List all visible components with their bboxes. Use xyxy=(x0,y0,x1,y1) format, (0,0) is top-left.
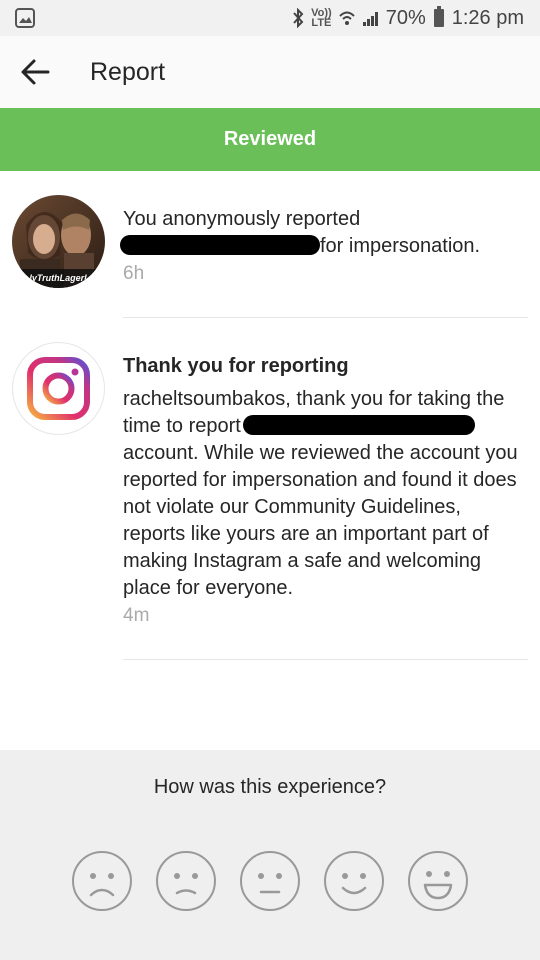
neutral-face-icon[interactable] xyxy=(239,850,301,912)
divider xyxy=(123,659,528,660)
thanks-time: 4m xyxy=(123,605,150,626)
report-reason: for impersonation. xyxy=(320,235,481,257)
user-avatar[interactable]: lyTruthLagerl xyxy=(12,195,105,288)
signal-icon xyxy=(362,12,378,26)
avatar-caption: lyTruthLagerl xyxy=(29,273,87,283)
back-arrow-icon[interactable] xyxy=(18,56,54,88)
clock: 1:26 pm xyxy=(451,6,524,29)
report-text: You anonymously reported for impersonati… xyxy=(120,206,528,287)
thanks-line-2-prefix: time to report xyxy=(123,415,241,437)
page-title: Report xyxy=(90,58,166,86)
report-line-1: You anonymously reported xyxy=(123,208,361,230)
thanks-text: Thank you for reporting racheltsoumbakos… xyxy=(123,353,528,629)
notification-report: lyTruthLagerl You anonymously reported f… xyxy=(0,172,540,318)
redacted-username xyxy=(120,235,320,255)
smile-face-icon[interactable] xyxy=(323,850,385,912)
photos-app-icon xyxy=(15,8,35,28)
bluetooth-icon xyxy=(293,8,304,28)
status-bar: Vo)) LTE 70% 1:26 pm xyxy=(0,0,540,36)
volte-indicator: Vo)) LTE xyxy=(311,7,332,29)
reviewed-banner: Reviewed xyxy=(0,108,540,171)
feedback-panel: How was this experience? xyxy=(0,750,540,960)
redacted-account xyxy=(242,415,475,435)
instagram-logo-icon xyxy=(27,357,90,420)
happy-face-icon[interactable] xyxy=(407,850,469,912)
instagram-avatar[interactable] xyxy=(12,342,105,435)
report-line-2: for impersonation. xyxy=(120,233,528,260)
very-sad-face-icon[interactable] xyxy=(71,850,133,912)
rating-faces xyxy=(0,850,540,912)
wifi-icon xyxy=(338,11,355,25)
thanks-line-1: racheltsoumbakos, thank you for taking t… xyxy=(123,388,505,410)
thanks-body: account. While we reviewed the account y… xyxy=(123,442,518,599)
app-header: Report xyxy=(0,36,540,108)
status-indicators: Vo)) LTE 70% 1:26 pm xyxy=(291,0,524,36)
sad-face-icon[interactable] xyxy=(155,850,217,912)
thanks-line-2: time to report xyxy=(123,413,528,440)
notification-thanks: Thank you for reporting racheltsoumbakos… xyxy=(0,318,540,660)
thanks-title: Thank you for reporting xyxy=(123,355,349,377)
banner-label: Reviewed xyxy=(223,128,317,150)
battery-percent: 70% xyxy=(385,6,426,29)
battery-icon xyxy=(433,6,444,27)
report-time: 6h xyxy=(123,263,145,284)
feedback-question: How was this experience? xyxy=(153,776,387,798)
